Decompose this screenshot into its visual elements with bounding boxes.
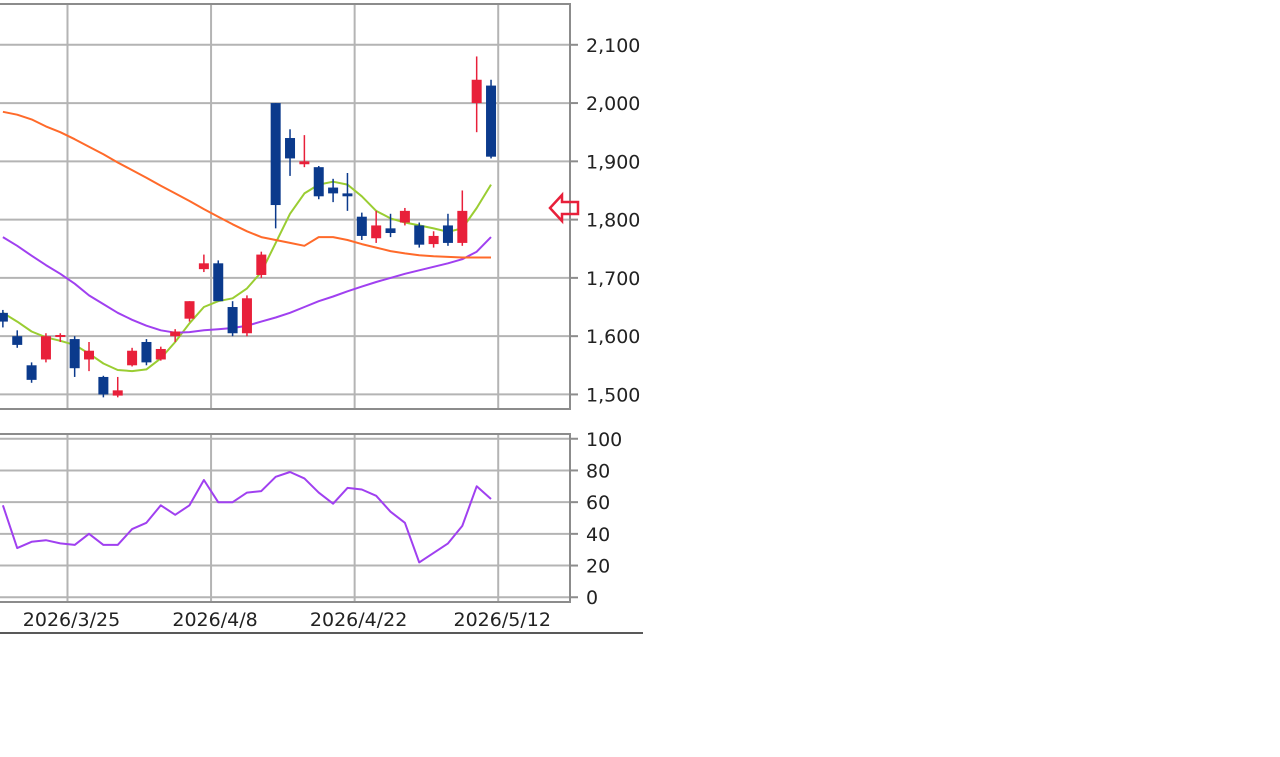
current-price-arrow-icon — [548, 191, 580, 225]
candle-up — [457, 210, 468, 243]
candle-up — [399, 210, 410, 223]
date-tick-label: 2026/5/12 — [454, 609, 551, 631]
candle-down — [227, 307, 238, 334]
candle-up — [471, 79, 482, 104]
candle-up — [428, 235, 439, 245]
oscillator-tick-label: 80 — [586, 460, 610, 482]
candle-up — [198, 263, 209, 270]
date-tick-label: 2026/4/8 — [172, 609, 257, 631]
candle-down — [356, 216, 367, 236]
price-tick-label: 1,500 — [586, 384, 640, 406]
candle-up — [155, 348, 166, 360]
candle-up — [170, 331, 181, 337]
candle-down — [98, 376, 109, 395]
candle-up — [256, 254, 267, 275]
candle-up — [127, 350, 138, 366]
panel-frame — [0, 3, 571, 410]
candle-up — [371, 225, 382, 239]
panel-frame — [0, 433, 571, 603]
price-tick-label: 2,100 — [586, 35, 640, 57]
candle-down — [313, 167, 324, 197]
price-tick-label: 2,000 — [586, 93, 640, 115]
candle-down — [342, 193, 353, 197]
candle-up — [241, 298, 252, 334]
oscillator-tick-label: 100 — [586, 429, 622, 451]
candle-down — [414, 225, 425, 245]
grid-layer — [0, 4, 570, 602]
price-tick-label: 1,800 — [586, 210, 640, 232]
candle-up — [112, 390, 123, 396]
date-tick-label: 2026/4/22 — [310, 609, 407, 631]
candle-down — [141, 341, 152, 363]
candle-down — [285, 138, 296, 159]
candle-up — [299, 161, 310, 165]
oscillator-tick-label: 60 — [586, 492, 610, 514]
candle-up — [84, 350, 95, 360]
oscillator-tick-label: 40 — [586, 524, 610, 546]
date-tick-label: 2026/3/25 — [23, 609, 120, 631]
candle-up — [55, 334, 66, 337]
candle-down — [270, 103, 281, 206]
candle-up — [184, 301, 195, 319]
candle-down — [213, 263, 224, 302]
price-tick-label: 1,600 — [586, 326, 640, 348]
candle-down — [0, 312, 8, 322]
stock-chart: 1,500 1,600 1,700 1,800 1,900 2,000 2,100 0 20 40… — [0, 0, 1280, 752]
stock-chart-svg: 1,500 1,600 1,700 1,800 1,900 2,000 2,100 0 20 40… — [0, 3, 643, 634]
candle-down — [69, 339, 80, 369]
price-tick-label: 1,900 — [586, 151, 640, 173]
oscillator-tick-label: 20 — [586, 556, 610, 578]
oscillator-layer — [1, 471, 492, 564]
candle-down — [442, 225, 453, 243]
price-tick-label: 1,700 — [586, 268, 640, 290]
candle-layer — [0, 56, 497, 398]
candle-up — [40, 336, 51, 360]
candle-down — [26, 365, 37, 380]
label-layer: 1,500 1,600 1,700 1,800 1,900 2,000 2,100 0 20 40… — [23, 35, 641, 631]
oscillator-tick-label: 0 — [586, 587, 598, 609]
candle-down — [486, 85, 497, 157]
candle-down — [12, 336, 23, 345]
candle-down — [328, 187, 339, 194]
oscillator-line — [1, 471, 492, 564]
candle-down — [385, 228, 396, 234]
